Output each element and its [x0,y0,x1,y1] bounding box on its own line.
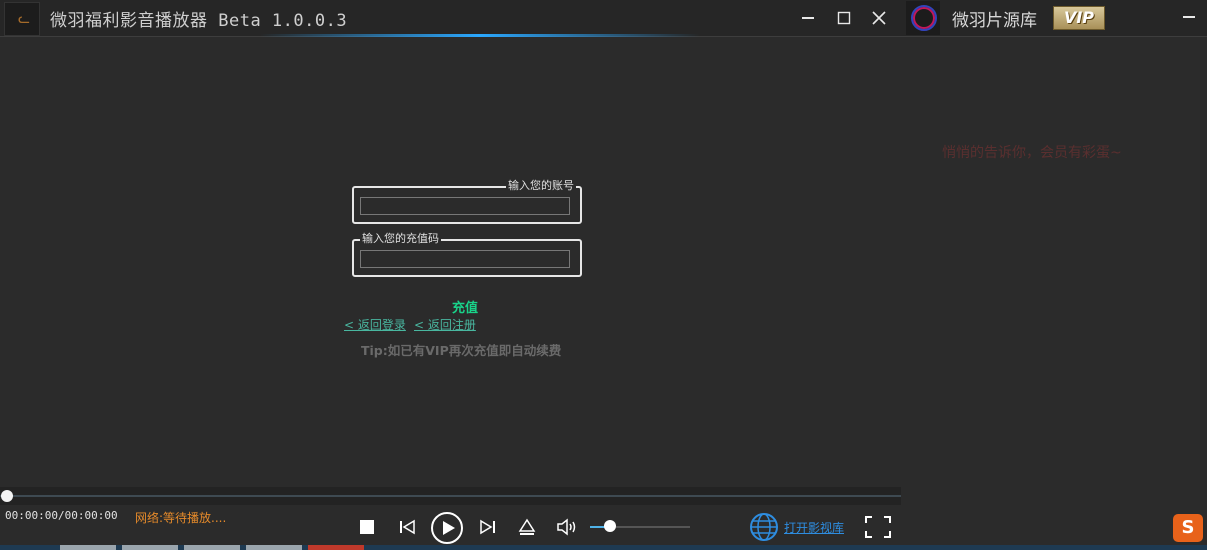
account-fieldset: 输入您的账号 [352,179,582,224]
task-item[interactable] [246,545,302,550]
stop-icon [360,520,374,534]
next-icon [480,519,495,535]
app-logo-icon: ᓚ [4,2,40,36]
back-to-login-link[interactable]: < 返回登录 [344,316,406,333]
account-input[interactable] [360,197,570,215]
previous-button[interactable] [394,514,420,540]
progress-handle[interactable] [1,490,13,502]
task-item[interactable] [122,545,178,550]
close-icon [872,11,886,25]
globe-icon [750,513,778,541]
recharge-button[interactable]: 充值 [452,297,478,316]
stop-button[interactable] [354,514,380,540]
taskbar-strip [0,545,1207,550]
volume-handle[interactable] [604,520,616,532]
eject-icon [518,518,536,535]
window-title: 微羽福利影音播放器 Beta 1.0.0.3 [50,11,348,31]
fullscreen-icon [865,516,891,538]
time-display: 00:00:00/00:00:00 [5,509,118,522]
code-label: 输入您的充值码 [360,232,441,246]
back-to-register-link[interactable]: < 返回注册 [414,316,476,333]
play-icon [431,512,463,544]
minimize-button[interactable] [796,6,820,30]
play-button[interactable] [430,511,464,545]
task-item[interactable] [60,545,116,550]
prev-icon [400,519,415,535]
fullscreen-button[interactable] [865,514,891,540]
eject-button[interactable] [514,514,540,540]
close-button[interactable] [867,6,891,30]
account-label: 输入您的账号 [506,179,576,193]
volume-icon [557,518,576,536]
title-glow [260,34,700,37]
progress-line [0,495,901,497]
globe-button[interactable] [749,512,779,542]
minimize-icon [1183,16,1195,18]
side-logo-icon [906,1,940,35]
vip-badge[interactable]: VIP [1053,6,1105,30]
next-button[interactable] [475,514,501,540]
vip-tip: Tip:如已有VIP再次充值即自动续费 [361,343,562,358]
side-minimize-button[interactable] [1178,6,1200,28]
side-panel-title: 微羽片源库 [952,11,1037,31]
side-panel-note: 悄悄的告诉你，会员有彩蛋~ [942,145,1122,161]
open-library-link[interactable]: 打开影视库 [784,519,844,536]
maximize-button[interactable] [832,6,856,30]
network-status: 网络:等待播放.... [135,511,227,525]
sogou-icon[interactable]: S [1173,514,1203,542]
minimize-icon [802,17,814,19]
code-fieldset: 输入您的充值码 [352,232,582,277]
maximize-icon [837,11,851,25]
task-item[interactable] [308,545,364,550]
volume-button[interactable] [554,514,580,540]
task-item[interactable] [184,545,240,550]
code-input[interactable] [360,250,570,268]
